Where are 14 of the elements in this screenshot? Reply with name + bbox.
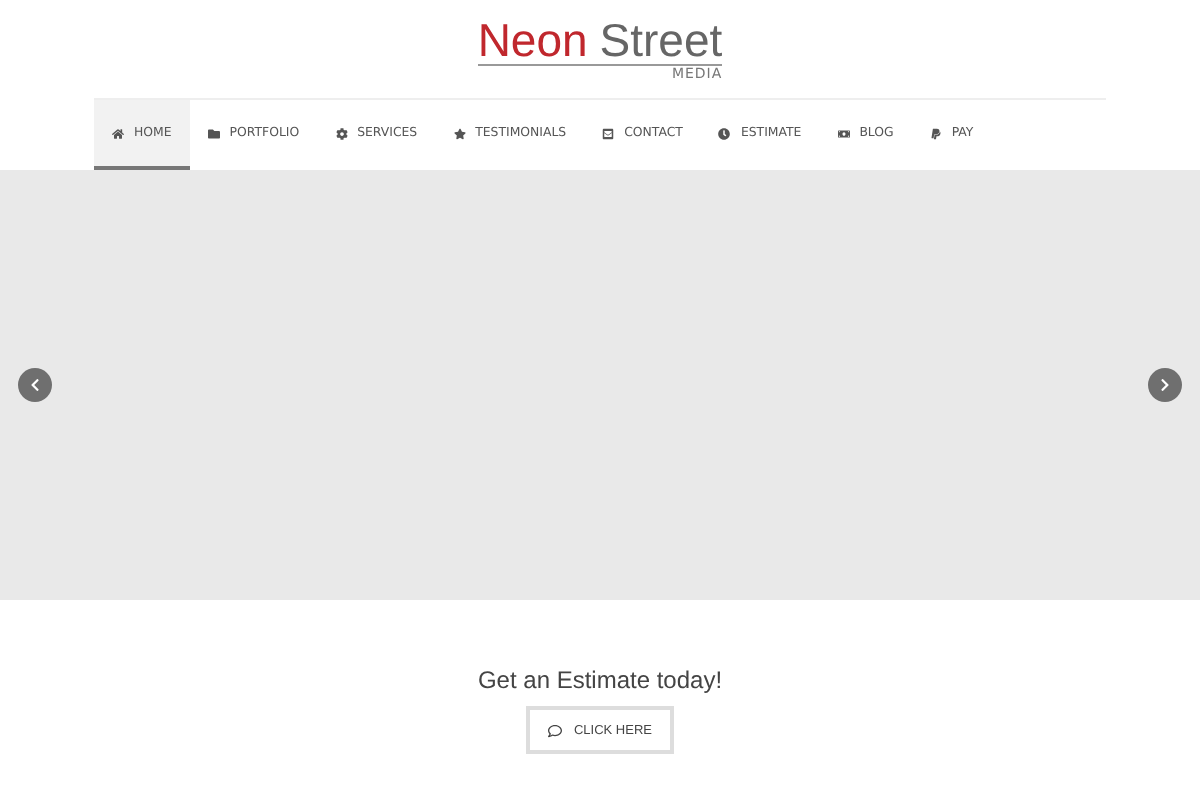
star-icon [453,127,466,139]
home-icon [112,127,124,139]
cta-heading: Get an Estimate today! [477,666,723,694]
clock-icon [718,127,731,139]
banknote-icon [837,127,850,139]
chevron-right-icon [1158,378,1172,392]
folder-icon [207,127,220,139]
previous-slide-button[interactable] [18,368,52,402]
gear-icon [335,127,348,139]
envelope-icon [602,127,615,139]
next-slide-button[interactable] [1148,368,1182,402]
p-logo-icon [929,127,942,139]
chevron-left-icon [28,378,42,392]
speech-bubble-icon [547,723,562,737]
